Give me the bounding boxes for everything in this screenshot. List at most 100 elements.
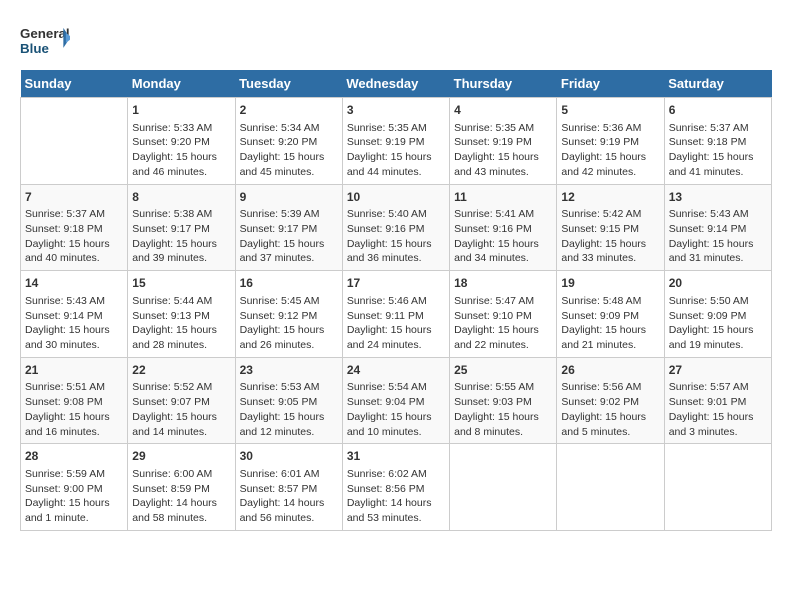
daylight-text: Daylight: 15 hours and 37 minutes. bbox=[240, 237, 338, 266]
daylight-text: Daylight: 15 hours and 24 minutes. bbox=[347, 323, 445, 352]
day-number: 31 bbox=[347, 448, 445, 465]
daylight-text: Daylight: 15 hours and 19 minutes. bbox=[669, 323, 767, 352]
sunrise-text: Sunrise: 5:33 AM bbox=[132, 121, 230, 136]
sunset-text: Sunset: 9:10 PM bbox=[454, 309, 552, 324]
calendar-cell: 30Sunrise: 6:01 AMSunset: 8:57 PMDayligh… bbox=[235, 444, 342, 531]
daylight-text: Daylight: 15 hours and 22 minutes. bbox=[454, 323, 552, 352]
daylight-text: Daylight: 15 hours and 45 minutes. bbox=[240, 150, 338, 179]
day-number: 23 bbox=[240, 362, 338, 379]
calendar-cell: 24Sunrise: 5:54 AMSunset: 9:04 PMDayligh… bbox=[342, 357, 449, 444]
header-row: SundayMondayTuesdayWednesdayThursdayFrid… bbox=[21, 70, 772, 98]
daylight-text: Daylight: 14 hours and 56 minutes. bbox=[240, 496, 338, 525]
sunrise-text: Sunrise: 5:44 AM bbox=[132, 294, 230, 309]
calendar-cell bbox=[664, 444, 771, 531]
day-number: 7 bbox=[25, 189, 123, 206]
sunrise-text: Sunrise: 5:34 AM bbox=[240, 121, 338, 136]
daylight-text: Daylight: 15 hours and 42 minutes. bbox=[561, 150, 659, 179]
sunset-text: Sunset: 9:20 PM bbox=[132, 135, 230, 150]
day-number: 29 bbox=[132, 448, 230, 465]
day-number: 30 bbox=[240, 448, 338, 465]
day-number: 22 bbox=[132, 362, 230, 379]
daylight-text: Daylight: 14 hours and 58 minutes. bbox=[132, 496, 230, 525]
day-number: 25 bbox=[454, 362, 552, 379]
sunset-text: Sunset: 9:14 PM bbox=[669, 222, 767, 237]
daylight-text: Daylight: 15 hours and 1 minute. bbox=[25, 496, 123, 525]
sunrise-text: Sunrise: 5:39 AM bbox=[240, 207, 338, 222]
calendar-cell bbox=[557, 444, 664, 531]
sunset-text: Sunset: 9:07 PM bbox=[132, 395, 230, 410]
calendar-cell: 31Sunrise: 6:02 AMSunset: 8:56 PMDayligh… bbox=[342, 444, 449, 531]
day-number: 21 bbox=[25, 362, 123, 379]
sunrise-text: Sunrise: 5:37 AM bbox=[669, 121, 767, 136]
sunrise-text: Sunrise: 5:42 AM bbox=[561, 207, 659, 222]
sunset-text: Sunset: 9:11 PM bbox=[347, 309, 445, 324]
svg-text:General: General bbox=[20, 26, 70, 41]
calendar-table: SundayMondayTuesdayWednesdayThursdayFrid… bbox=[20, 70, 772, 531]
calendar-cell: 5Sunrise: 5:36 AMSunset: 9:19 PMDaylight… bbox=[557, 98, 664, 185]
sunrise-text: Sunrise: 5:40 AM bbox=[347, 207, 445, 222]
day-number: 26 bbox=[561, 362, 659, 379]
daylight-text: Daylight: 15 hours and 36 minutes. bbox=[347, 237, 445, 266]
sunrise-text: Sunrise: 5:50 AM bbox=[669, 294, 767, 309]
sunrise-text: Sunrise: 5:37 AM bbox=[25, 207, 123, 222]
day-number: 3 bbox=[347, 102, 445, 119]
sunrise-text: Sunrise: 5:48 AM bbox=[561, 294, 659, 309]
daylight-text: Daylight: 15 hours and 14 minutes. bbox=[132, 410, 230, 439]
day-number: 24 bbox=[347, 362, 445, 379]
daylight-text: Daylight: 15 hours and 8 minutes. bbox=[454, 410, 552, 439]
daylight-text: Daylight: 15 hours and 26 minutes. bbox=[240, 323, 338, 352]
day-number: 27 bbox=[669, 362, 767, 379]
sunrise-text: Sunrise: 5:53 AM bbox=[240, 380, 338, 395]
sunrise-text: Sunrise: 5:45 AM bbox=[240, 294, 338, 309]
day-number: 14 bbox=[25, 275, 123, 292]
sunset-text: Sunset: 9:08 PM bbox=[25, 395, 123, 410]
sunrise-text: Sunrise: 5:54 AM bbox=[347, 380, 445, 395]
daylight-text: Daylight: 15 hours and 5 minutes. bbox=[561, 410, 659, 439]
sunrise-text: Sunrise: 6:00 AM bbox=[132, 467, 230, 482]
daylight-text: Daylight: 15 hours and 43 minutes. bbox=[454, 150, 552, 179]
svg-text:Blue: Blue bbox=[20, 41, 49, 56]
day-number: 9 bbox=[240, 189, 338, 206]
sunset-text: Sunset: 9:15 PM bbox=[561, 222, 659, 237]
daylight-text: Daylight: 15 hours and 21 minutes. bbox=[561, 323, 659, 352]
sunset-text: Sunset: 9:09 PM bbox=[561, 309, 659, 324]
day-number: 19 bbox=[561, 275, 659, 292]
sunrise-text: Sunrise: 5:59 AM bbox=[25, 467, 123, 482]
sunset-text: Sunset: 9:17 PM bbox=[240, 222, 338, 237]
sunset-text: Sunset: 9:16 PM bbox=[454, 222, 552, 237]
logo: General Blue bbox=[20, 20, 70, 60]
day-number: 10 bbox=[347, 189, 445, 206]
sunset-text: Sunset: 9:12 PM bbox=[240, 309, 338, 324]
calendar-cell: 4Sunrise: 5:35 AMSunset: 9:19 PMDaylight… bbox=[450, 98, 557, 185]
sunset-text: Sunset: 9:04 PM bbox=[347, 395, 445, 410]
logo-icon: General Blue bbox=[20, 20, 70, 60]
sunrise-text: Sunrise: 5:52 AM bbox=[132, 380, 230, 395]
daylight-text: Daylight: 15 hours and 46 minutes. bbox=[132, 150, 230, 179]
weekday-header: Wednesday bbox=[342, 70, 449, 98]
sunset-text: Sunset: 9:09 PM bbox=[669, 309, 767, 324]
sunset-text: Sunset: 9:19 PM bbox=[347, 135, 445, 150]
sunset-text: Sunset: 9:01 PM bbox=[669, 395, 767, 410]
daylight-text: Daylight: 15 hours and 40 minutes. bbox=[25, 237, 123, 266]
daylight-text: Daylight: 15 hours and 10 minutes. bbox=[347, 410, 445, 439]
calendar-cell: 27Sunrise: 5:57 AMSunset: 9:01 PMDayligh… bbox=[664, 357, 771, 444]
sunset-text: Sunset: 9:14 PM bbox=[25, 309, 123, 324]
calendar-cell: 28Sunrise: 5:59 AMSunset: 9:00 PMDayligh… bbox=[21, 444, 128, 531]
calendar-cell: 15Sunrise: 5:44 AMSunset: 9:13 PMDayligh… bbox=[128, 271, 235, 358]
sunrise-text: Sunrise: 5:56 AM bbox=[561, 380, 659, 395]
day-number: 8 bbox=[132, 189, 230, 206]
sunset-text: Sunset: 9:00 PM bbox=[25, 482, 123, 497]
day-number: 15 bbox=[132, 275, 230, 292]
calendar-cell: 14Sunrise: 5:43 AMSunset: 9:14 PMDayligh… bbox=[21, 271, 128, 358]
calendar-cell: 7Sunrise: 5:37 AMSunset: 9:18 PMDaylight… bbox=[21, 184, 128, 271]
weekday-header: Tuesday bbox=[235, 70, 342, 98]
calendar-week-row: 21Sunrise: 5:51 AMSunset: 9:08 PM Dayligh… bbox=[21, 357, 772, 444]
sunrise-text: Sunrise: 5:51 AM bbox=[25, 380, 123, 395]
day-number: 17 bbox=[347, 275, 445, 292]
sunrise-text: Sunrise: 5:46 AM bbox=[347, 294, 445, 309]
calendar-cell: 13Sunrise: 5:43 AMSunset: 9:14 PMDayligh… bbox=[664, 184, 771, 271]
daylight-text: Daylight: 15 hours and 34 minutes. bbox=[454, 237, 552, 266]
sunset-text: Sunset: 9:18 PM bbox=[669, 135, 767, 150]
daylight-text: Daylight: 15 hours and 3 minutes. bbox=[669, 410, 767, 439]
calendar-cell: 17 Sunrise: 5:46 AMSunset: 9:11 PMDayligh… bbox=[342, 271, 449, 358]
